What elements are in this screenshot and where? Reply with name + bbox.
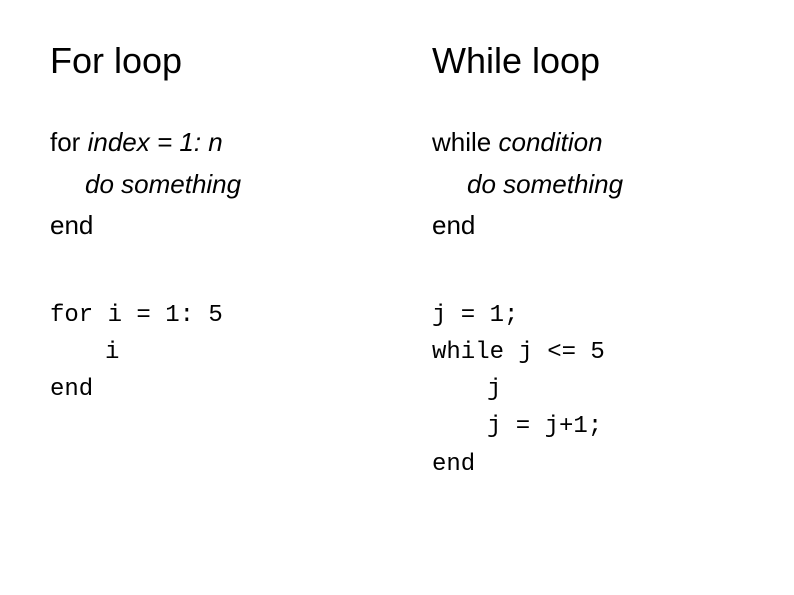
while-syntax-line1: while condition (432, 122, 754, 164)
for-loop-syntax: for index = 1: n do something end (50, 122, 372, 247)
for-code-line3: end (50, 371, 372, 408)
while-code-line5: end (432, 446, 754, 483)
while-code-line3: j (432, 371, 754, 408)
for-code-line1: for i = 1: 5 (50, 297, 372, 334)
while-keyword: while (432, 127, 498, 157)
for-loop-heading: For loop (50, 40, 372, 82)
while-loop-column: While loop while condition do something … (432, 40, 754, 483)
slide-content: For loop for index = 1: n do something e… (0, 0, 794, 483)
for-syntax-body: do something (50, 164, 372, 206)
for-loop-code: for i = 1: 5 i end (50, 297, 372, 409)
while-loop-syntax: while condition do something end (432, 122, 754, 247)
for-code-line2: i (50, 334, 372, 371)
while-condition: condition (498, 127, 602, 157)
for-index-expr: index = 1: n (88, 127, 223, 157)
while-loop-code: j = 1; while j <= 5 j j = j+1; end (432, 297, 754, 483)
while-syntax-end: end (432, 205, 754, 247)
for-syntax-line1: for index = 1: n (50, 122, 372, 164)
while-loop-heading: While loop (432, 40, 754, 82)
for-keyword: for (50, 127, 88, 157)
for-syntax-end: end (50, 205, 372, 247)
while-code-line4: j = j+1; (432, 408, 754, 445)
while-syntax-body: do something (432, 164, 754, 206)
for-loop-column: For loop for index = 1: n do something e… (50, 40, 372, 483)
while-code-line2: while j <= 5 (432, 334, 754, 371)
while-code-line1: j = 1; (432, 297, 754, 334)
